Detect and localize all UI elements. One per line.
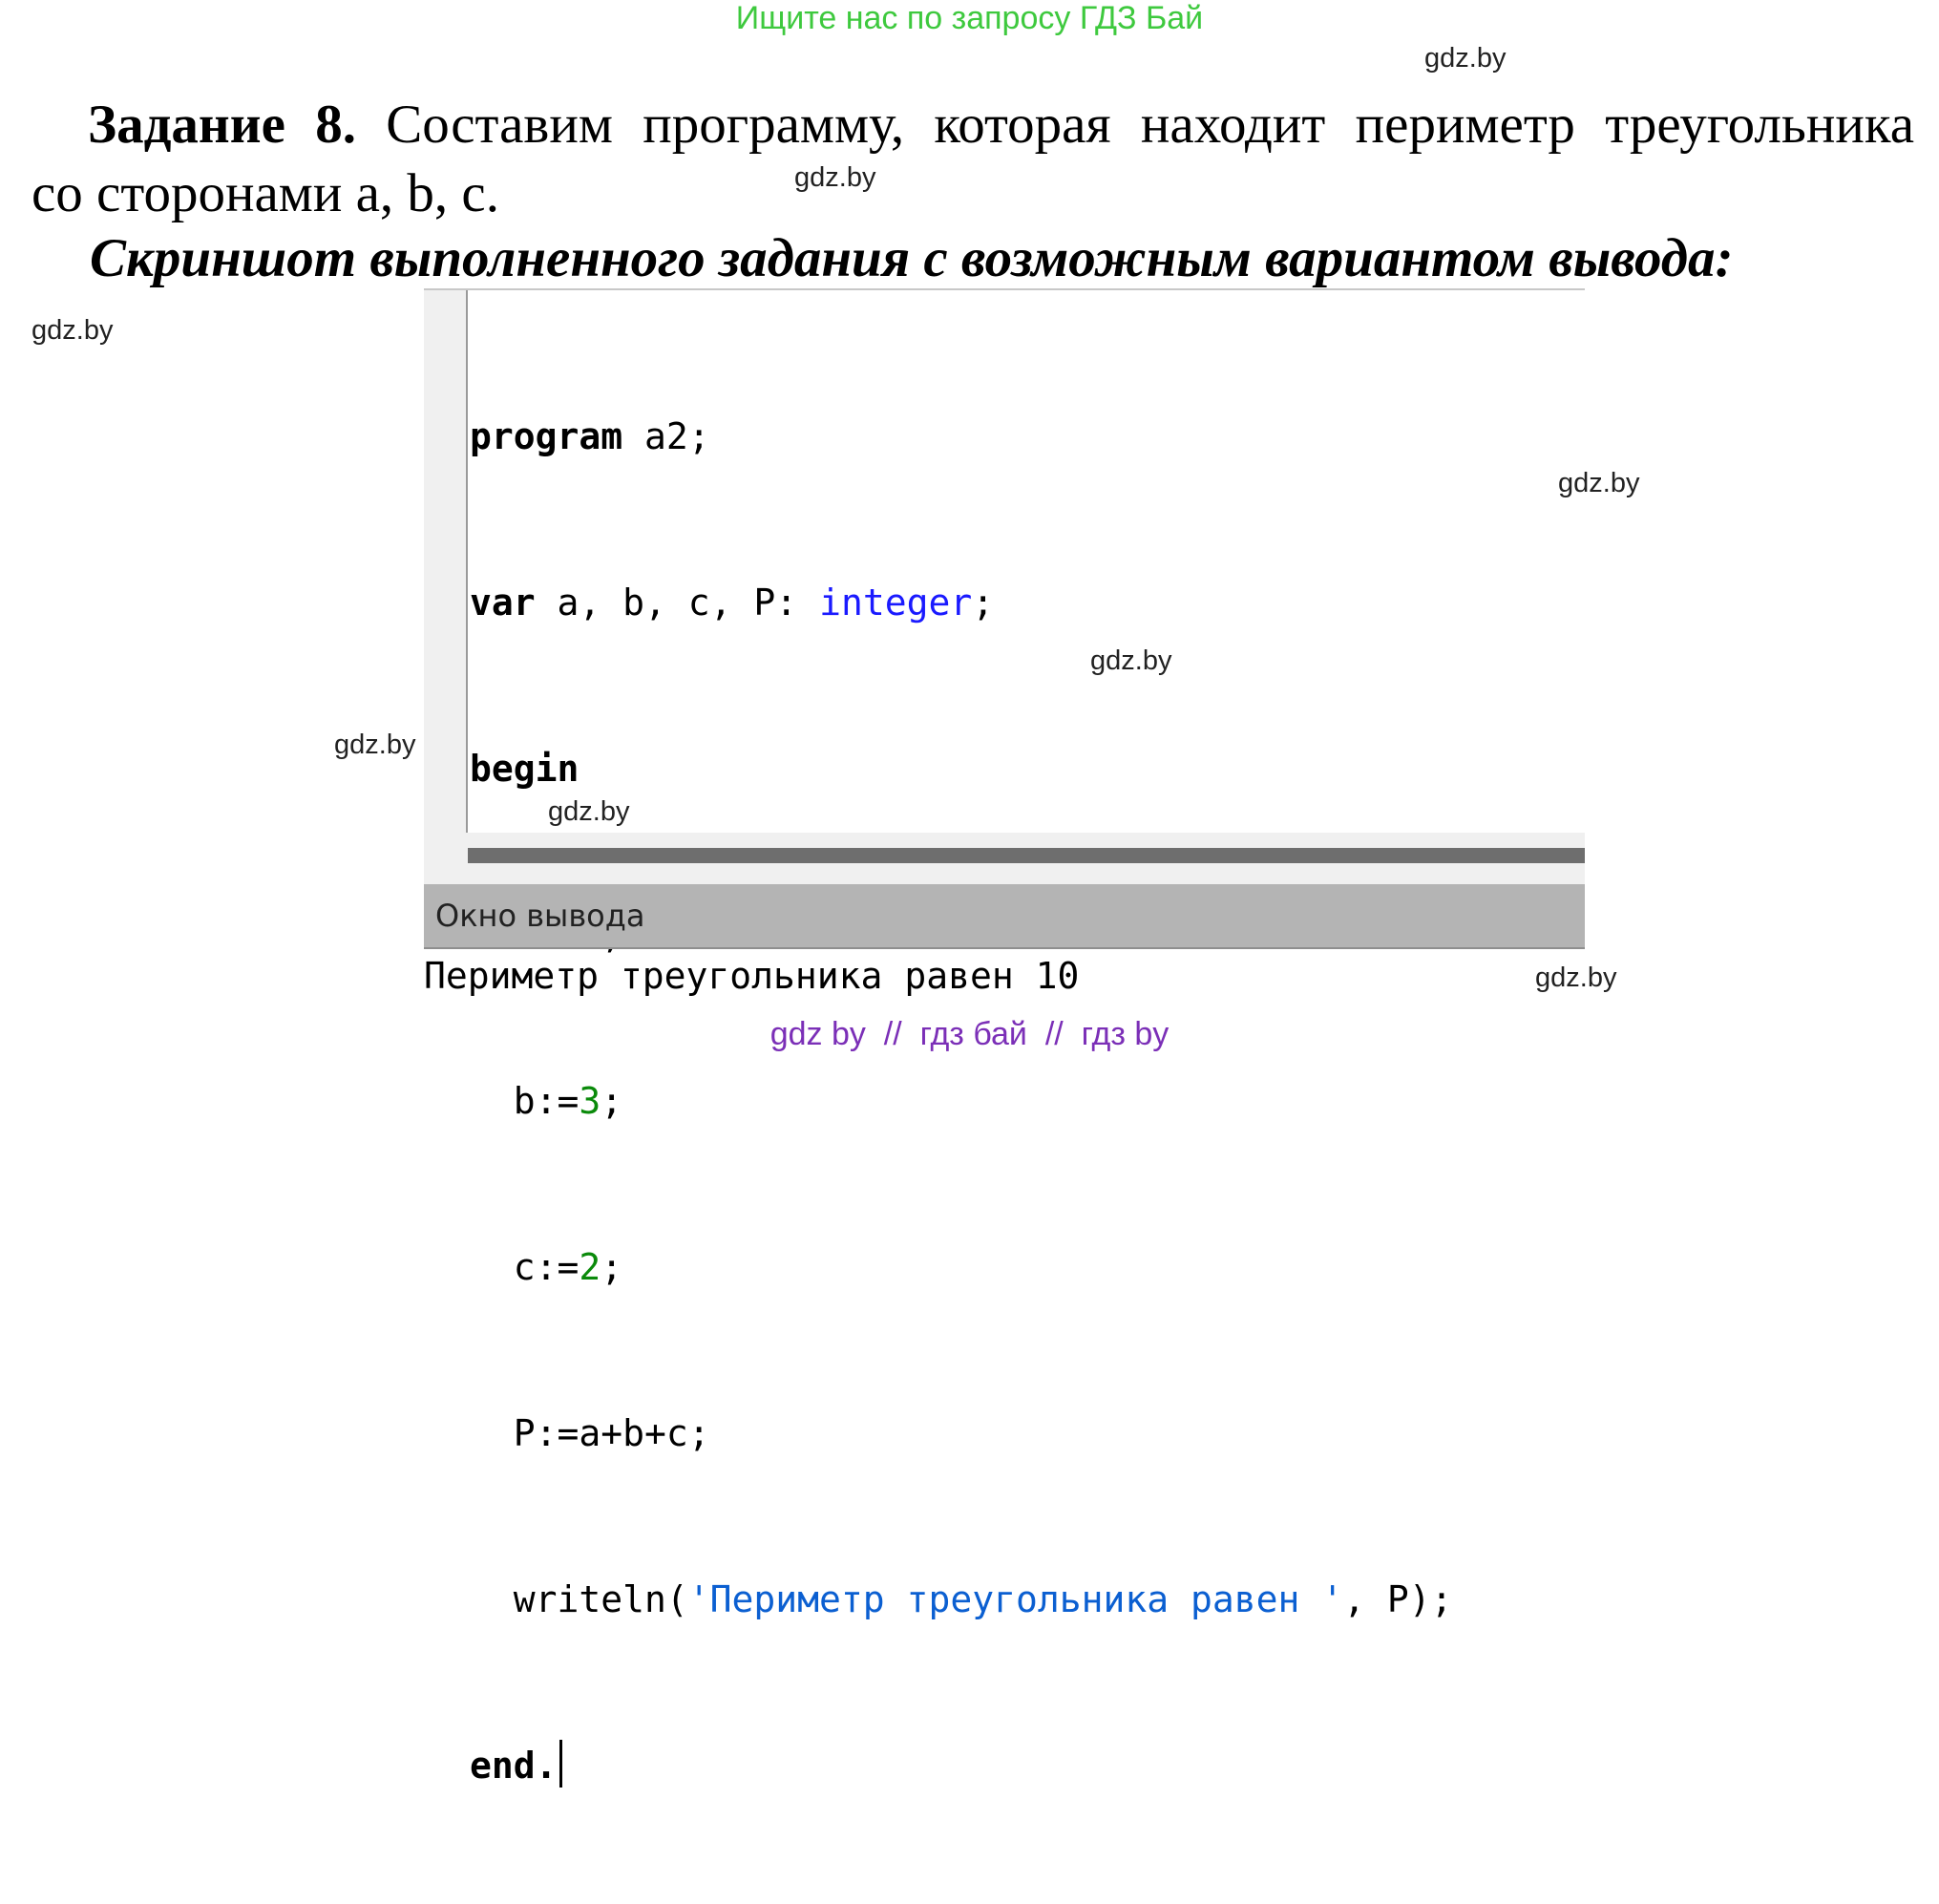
code-text[interactable]: program a2; var a, b, c, P: integer; beg… [470,298,1453,1904]
horizontal-scrollbar[interactable] [468,848,1585,863]
code-line: P:=a+b+c; [470,1412,710,1454]
output-window-title: Окно вывода [435,898,645,934]
code-line: program a2; [470,415,710,457]
code-line: b:=3; [470,1080,623,1122]
watermark: gdz.by [1535,963,1617,993]
task-text-line2: со сторонами a, b, c. [32,163,499,223]
task-label: Задание 8. [88,95,356,155]
watermark: gdz.by [548,796,630,827]
code-line: var a, b, c, P: integer; [470,582,995,624]
editor-gutter [424,290,466,835]
watermark: gdz.by [1424,43,1507,74]
editor-bottom-bar [424,833,1585,884]
gutter-divider [466,290,468,835]
code-line: writeln('Периметр треугольника равен ', … [470,1578,1453,1620]
top-banner: Ищите нас по запросу ГДЗ Бай [735,0,1204,36]
code-line: begin [470,748,580,790]
subtitle: Скриншот выполненного задания с возможны… [90,228,1734,288]
code-line: c:=2; [470,1246,623,1288]
watermark: gdz.by [32,315,114,346]
task-line-1: Задание 8. Составим программу, которая н… [29,94,1914,156]
watermark: gdz.by [794,162,876,193]
code-line: end. [470,1738,1453,1793]
task-text-line1: Составим программу, которая находит пери… [386,95,1914,155]
output-text: Периметр треугольника равен 10 [424,955,1080,997]
text-cursor [559,1740,562,1788]
watermark: gdz.by [1558,468,1640,498]
footer: gdz by // гдз бай // гдз by [769,1016,1170,1052]
code-editor[interactable]: program a2; var a, b, c, P: integer; beg… [424,288,1585,1788]
output-window-header: Окно вывода [424,884,1585,949]
watermark: gdz.by [1090,645,1172,676]
watermark: gdz.by [334,730,416,760]
